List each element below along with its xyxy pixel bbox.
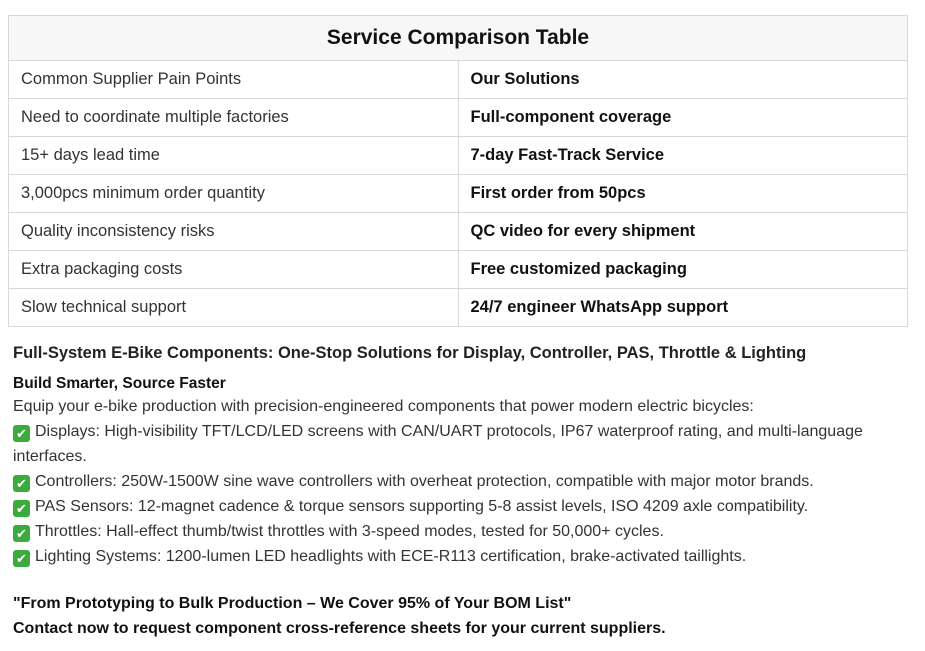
product-description: Full-System E-Bike Components: One-Stop … xyxy=(13,341,908,641)
pain-point-cell: Slow technical support xyxy=(8,288,459,327)
section-subheading: Build Smarter, Source Faster xyxy=(13,375,226,392)
feature-text: Displays: High-visibility TFT/LCD/LED sc… xyxy=(13,423,863,465)
table-header-row: Common Supplier Pain Points Our Solution… xyxy=(8,60,908,99)
solution-cell: First order from 50pcs xyxy=(457,174,908,213)
pain-point-cell: Extra packaging costs xyxy=(8,250,459,289)
feature-item-pas-sensors: ✔ PAS Sensors: 12-magnet cadence & torque… xyxy=(13,494,908,519)
table-row: Extra packaging costs Free customized pa… xyxy=(8,250,908,289)
feature-text: Lighting Systems: 1200-lumen LED headlig… xyxy=(35,548,747,565)
feature-text: PAS Sensors: 12-magnet cadence & torque … xyxy=(35,498,809,515)
checkmark-icon: ✔ xyxy=(13,550,30,567)
feature-item-displays: ✔ Displays: High-visibility TFT/LCD/LED s… xyxy=(13,419,908,469)
feature-text: Throttles: Hall-effect thumb/twist throt… xyxy=(35,523,664,540)
solution-cell: Free customized packaging xyxy=(457,250,908,289)
tagline-quote: "From Prototyping to Bulk Production – W… xyxy=(13,595,572,612)
solution-cell: QC video for every shipment xyxy=(457,212,908,251)
solution-cell: Full-component coverage xyxy=(457,98,908,137)
pain-point-cell: Need to coordinate multiple factories xyxy=(8,98,459,137)
table-title: Service Comparison Table xyxy=(8,15,908,61)
service-comparison-table: Service Comparison Table Common Supplier… xyxy=(8,15,908,327)
table-row: Quality inconsistency risks QC video for… xyxy=(8,212,908,251)
solution-cell: 24/7 engineer WhatsApp support xyxy=(457,288,908,327)
checkmark-icon: ✔ xyxy=(13,425,30,442)
section-heading: Full-System E-Bike Components: One-Stop … xyxy=(13,344,807,362)
checkmark-icon: ✔ xyxy=(13,475,30,492)
solution-cell: 7-day Fast-Track Service xyxy=(457,136,908,175)
table-row: Slow technical support 24/7 engineer Wha… xyxy=(8,288,908,327)
pain-point-cell: 15+ days lead time xyxy=(8,136,459,175)
checkmark-icon: ✔ xyxy=(13,525,30,542)
table-row: 3,000pcs minimum order quantity First or… xyxy=(8,174,908,213)
pain-point-cell: Quality inconsistency risks xyxy=(8,212,459,251)
feature-item-lighting: ✔ Lighting Systems: 1200-lumen LED headli… xyxy=(13,544,908,569)
table-row: 15+ days lead time 7-day Fast-Track Serv… xyxy=(8,136,908,175)
feature-text: Controllers: 250W-1500W sine wave contro… xyxy=(35,473,814,490)
column-header-solutions: Our Solutions xyxy=(457,60,908,99)
column-header-pain-points: Common Supplier Pain Points xyxy=(8,60,459,99)
feature-item-throttles: ✔ Throttles: Hall-effect thumb/twist thro… xyxy=(13,519,908,544)
checkmark-icon: ✔ xyxy=(13,500,30,517)
pain-point-cell: 3,000pcs minimum order quantity xyxy=(8,174,459,213)
table-row: Need to coordinate multiple factories Fu… xyxy=(8,98,908,137)
intro-text: Equip your e-bike production with precis… xyxy=(13,398,754,415)
feature-item-controllers: ✔ Controllers: 250W-1500W sine wave contr… xyxy=(13,469,908,494)
contact-call-to-action: Contact now to request component cross-r… xyxy=(13,620,666,637)
